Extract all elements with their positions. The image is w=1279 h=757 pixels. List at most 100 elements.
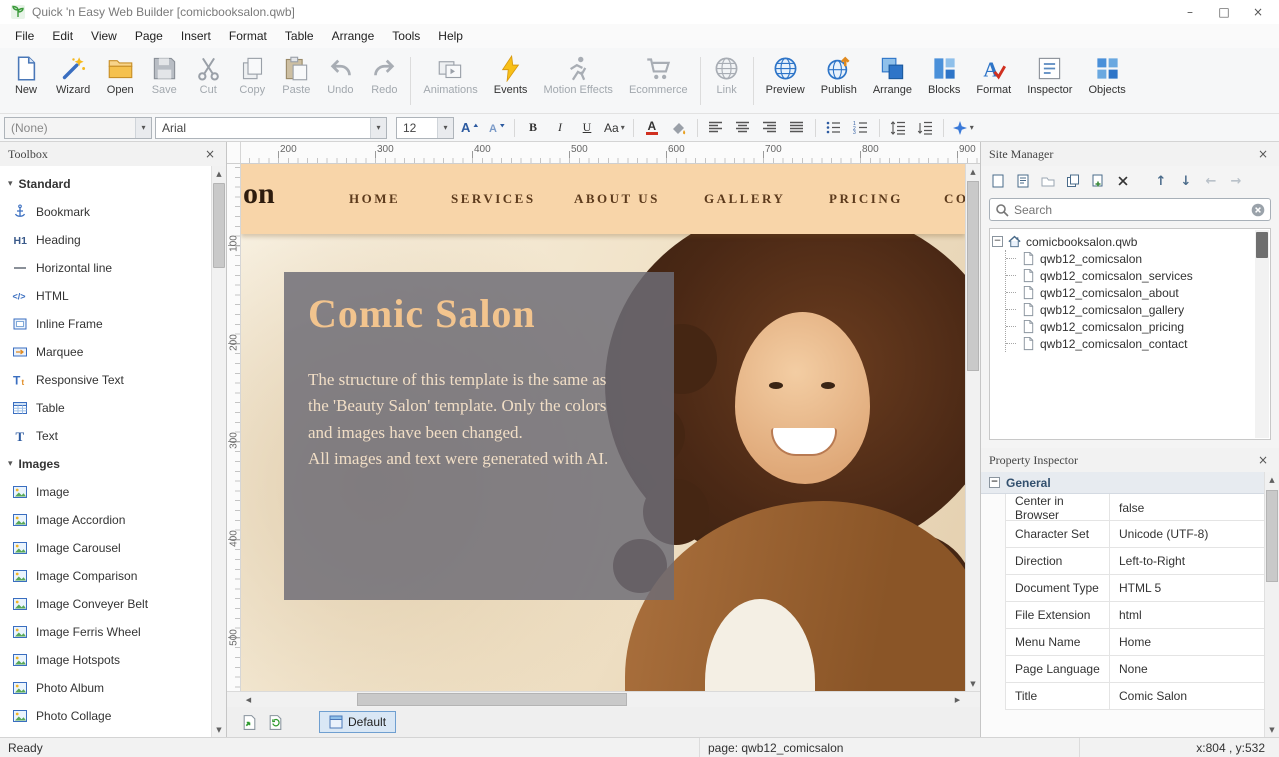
property-value[interactable]: html	[1110, 602, 1264, 628]
toolbox-item-bookmark[interactable]: Bookmark	[0, 198, 209, 226]
toolbar-motion-effects-button[interactable]: Motion Effects	[535, 51, 621, 98]
clone-page-button[interactable]	[1062, 170, 1084, 192]
font-family-select[interactable]: Arial ▾	[155, 117, 387, 139]
move-down-button[interactable]: ↓	[1175, 170, 1197, 192]
copy-page-button[interactable]	[1087, 170, 1109, 192]
new-page-button[interactable]	[987, 170, 1009, 192]
new-folder-button[interactable]	[1037, 170, 1059, 192]
toolbar-save-button[interactable]: Save	[142, 51, 186, 98]
maximize-button[interactable]: □	[1207, 0, 1241, 24]
page-properties-button[interactable]	[1012, 170, 1034, 192]
tree-page-row[interactable]: qwb12_comicsalon	[1006, 250, 1268, 267]
menu-tools[interactable]: Tools	[383, 26, 429, 46]
toolbox-item-horizontal-line[interactable]: Horizontal line	[0, 254, 209, 282]
property-value[interactable]: Comic Salon	[1110, 683, 1264, 709]
toolbar-preview-button[interactable]: Preview	[758, 51, 813, 98]
menu-table[interactable]: Table	[276, 26, 323, 46]
toolbar-inspector-button[interactable]: Inspector	[1019, 51, 1080, 98]
bullet-list-button[interactable]	[822, 117, 846, 139]
fill-color-button[interactable]	[667, 117, 691, 139]
scrollbar-thumb[interactable]	[357, 693, 627, 706]
style-select[interactable]: (None) ▾	[4, 117, 152, 139]
toolbar-format-button[interactable]: A Format	[968, 51, 1019, 98]
line-spacing-button[interactable]	[886, 117, 910, 139]
tree-page-row[interactable]: qwb12_comicsalon_pricing	[1006, 318, 1268, 335]
toolbar-redo-button[interactable]: Redo	[362, 51, 406, 98]
scroll-down-arrow[interactable]: ▼	[1265, 722, 1279, 737]
toolbar-cut-button[interactable]: Cut	[186, 51, 230, 98]
bold-button[interactable]: B	[521, 117, 545, 139]
decrease-font-size-button[interactable]: A	[484, 117, 508, 139]
menu-arrange[interactable]: Arrange	[323, 26, 384, 46]
menu-page[interactable]: Page	[126, 26, 172, 46]
toolbar-undo-button[interactable]: Undo	[318, 51, 362, 98]
close-button[interactable]: ×	[1241, 0, 1275, 24]
text-case-button[interactable]: Aa▾	[602, 117, 627, 139]
align-center-button[interactable]	[731, 117, 755, 139]
menu-help[interactable]: Help	[429, 26, 472, 46]
close-icon[interactable]: ×	[1255, 453, 1271, 467]
scroll-up-arrow[interactable]: ▲	[1265, 472, 1279, 487]
clear-search-icon[interactable]	[1251, 203, 1265, 217]
toolbar-paste-button[interactable]: Paste	[274, 51, 318, 98]
toolbar-animations-button[interactable]: Animations	[415, 51, 485, 98]
toolbox-item-html[interactable]: </> HTML	[0, 282, 209, 310]
increase-font-size-button[interactable]: A	[457, 117, 481, 139]
toolbar-events-button[interactable]: Events	[486, 51, 536, 98]
sync-views-icon[interactable]	[265, 712, 285, 732]
align-right-button[interactable]	[758, 117, 782, 139]
property-value[interactable]: Home	[1110, 629, 1264, 655]
toolbar-link-button[interactable]: Link	[705, 51, 749, 98]
align-left-button[interactable]	[704, 117, 728, 139]
page-navigation-bar[interactable]: on HOME SERVICES ABOUT US GALLERY PRICIN…	[241, 164, 965, 234]
move-left-button[interactable]: ←	[1200, 170, 1222, 192]
toolbar-objects-button[interactable]: Objects	[1080, 51, 1133, 98]
toolbox-section-standard[interactable]: ▾ Standard	[0, 170, 209, 198]
page-canvas[interactable]: on HOME SERVICES ABOUT US GALLERY PRICIN…	[241, 164, 965, 691]
scroll-right-arrow[interactable]: ▶	[950, 692, 965, 707]
toolbox-item-image-conveyer-belt[interactable]: Image Conveyer Belt	[0, 590, 209, 618]
move-up-button[interactable]: ↑	[1150, 170, 1172, 192]
toolbox-item-image[interactable]: Image	[0, 478, 209, 506]
toolbar-copy-button[interactable]: Copy	[230, 51, 274, 98]
text-effects-button[interactable]: ▾	[950, 117, 976, 139]
toolbox-item-image-hotspots[interactable]: Image Hotspots	[0, 646, 209, 674]
menu-insert[interactable]: Insert	[172, 26, 220, 46]
scrollbar-thumb[interactable]	[967, 181, 979, 371]
hero-body[interactable]: The structure of this template is the sa…	[308, 367, 650, 472]
toolbox-item-table[interactable]: Table	[0, 394, 209, 422]
collapse-expander-icon[interactable]: −	[992, 236, 1003, 247]
toolbox-item-photo-album[interactable]: Photo Album	[0, 674, 209, 702]
move-right-button[interactable]: →	[1225, 170, 1247, 192]
scrollbar-thumb[interactable]	[1256, 232, 1268, 258]
toolbox-item-heading[interactable]: H1 Heading	[0, 226, 209, 254]
toolbar-open-button[interactable]: Open	[98, 51, 142, 98]
align-justify-button[interactable]	[785, 117, 809, 139]
toolbar-arrange-button[interactable]: Arrange	[865, 51, 920, 98]
page-logo-fragment[interactable]: on	[243, 177, 275, 211]
menu-file[interactable]: File	[6, 26, 43, 46]
collapse-expander-icon[interactable]: −	[989, 477, 1000, 488]
toolbox-item-image-accordion[interactable]: Image Accordion	[0, 506, 209, 534]
page-nav-pricing[interactable]: PRICING	[829, 191, 903, 207]
search-input[interactable]	[1014, 203, 1246, 217]
toolbox-section-images[interactable]: ▾ Images	[0, 450, 209, 478]
toolbox-item-image-comparison[interactable]: Image Comparison	[0, 562, 209, 590]
menu-format[interactable]: Format	[220, 26, 276, 46]
toolbar-blocks-button[interactable]: Blocks	[920, 51, 968, 98]
page-nav-services[interactable]: SERVICES	[451, 191, 536, 207]
tab-default-view[interactable]: Default	[319, 711, 396, 733]
property-value[interactable]: false	[1110, 494, 1264, 522]
scroll-down-arrow[interactable]: ▼	[966, 676, 980, 691]
scroll-left-arrow[interactable]: ◀	[241, 692, 256, 707]
toolbox-item-text[interactable]: T Text	[0, 422, 209, 450]
underline-button[interactable]: U	[575, 117, 599, 139]
toolbox-item-photo-collage[interactable]: Photo Collage	[0, 702, 209, 730]
property-value[interactable]: Left-to-Right	[1110, 548, 1264, 574]
delete-page-button[interactable]	[1112, 170, 1134, 192]
scroll-up-arrow[interactable]: ▲	[212, 166, 226, 181]
tree-page-row[interactable]: qwb12_comicsalon_gallery	[1006, 301, 1268, 318]
toolbox-item-image-carousel[interactable]: Image Carousel	[0, 534, 209, 562]
toolbar-publish-button[interactable]: Publish	[813, 51, 865, 98]
scrollbar-thumb[interactable]	[213, 183, 225, 268]
